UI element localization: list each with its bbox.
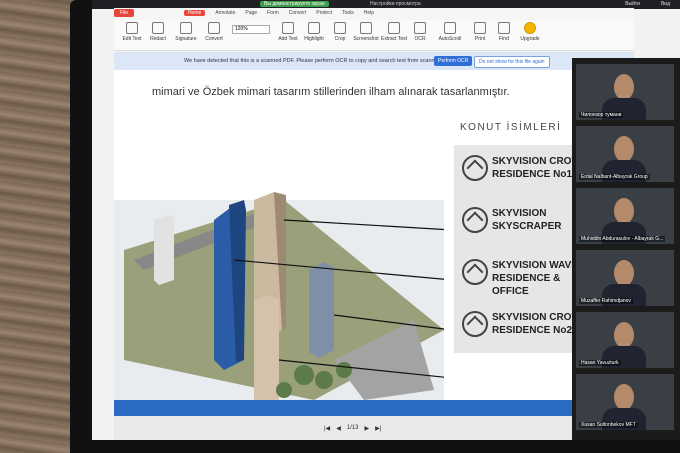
redact-tool[interactable]: Redact xyxy=(144,22,172,42)
ocr-notice: We have detected that this is a scanned … xyxy=(114,52,634,70)
screen: Вы демонстрируете экран Настройки просмо… xyxy=(92,0,680,440)
participant-name: Xusan Sultonbekov MFT xyxy=(579,422,638,428)
file-button[interactable]: File xyxy=(114,9,135,17)
page-navigator: |◀ ◀ 1/13 ▶ ▶| xyxy=(324,425,381,432)
next-page-preview xyxy=(114,400,634,416)
dismiss-ocr-button[interactable]: Do not show for this file again xyxy=(474,56,550,68)
tab-tools[interactable]: Tools xyxy=(342,10,354,16)
page-number-field[interactable]: 1/13 xyxy=(347,425,359,432)
skyvision-logo-icon xyxy=(462,155,488,181)
document-page: mimari ve Özbek mimari tasarım stillerin… xyxy=(114,70,594,400)
participant-tile[interactable]: Erdal Nalbant-Albayrak Group xyxy=(576,126,674,182)
screenshot-tool[interactable]: Screenshot xyxy=(352,22,380,42)
building-rendering xyxy=(114,192,444,400)
participant-name: Erdal Nalbant-Albayrak Group xyxy=(579,174,650,180)
participant-name: Hasan Yavuzturk xyxy=(579,360,621,366)
view-menu[interactable]: Вид xyxy=(661,1,670,7)
ocr-icon xyxy=(414,22,426,34)
document-text-line: mimari ve Özbek mimari tasarım stillerin… xyxy=(152,86,510,98)
tab-home[interactable]: Home xyxy=(184,10,206,16)
upgrade-tool[interactable]: Upgrade xyxy=(516,22,544,42)
participant-name: Muzaffer Rahimdjanov xyxy=(579,298,633,304)
participant-face xyxy=(614,74,634,100)
ocr-tool[interactable]: OCR xyxy=(406,22,434,42)
highlight-icon xyxy=(308,22,320,34)
bottom-bar: |◀ ◀ 1/13 ▶ ▶| xyxy=(114,400,634,440)
last-page-button[interactable]: ▶| xyxy=(375,425,381,432)
convert-icon xyxy=(208,22,220,34)
tab-annotate[interactable]: Annotate xyxy=(215,10,235,16)
residence-subtitle: RESIDENCE No2 xyxy=(492,325,573,336)
add-text-icon xyxy=(282,22,294,34)
extract-text-icon xyxy=(388,22,400,34)
view-settings[interactable]: Настройки просмотра xyxy=(370,1,421,7)
skyvision-logo-icon xyxy=(462,259,488,285)
screen-share-tag[interactable]: Вы демонстрируете экран xyxy=(260,1,329,7)
residence-subtitle: RESIDENCE No1 xyxy=(492,169,573,180)
perform-ocr-button[interactable]: Perform OCR xyxy=(434,56,473,66)
autoscroll-icon xyxy=(444,22,456,34)
participant-tile[interactable]: Muhiddin Abdurasulov - Albayrak G... xyxy=(576,188,674,244)
residence-subtitle: SKYSCRAPER xyxy=(492,221,562,232)
extract-text-tool[interactable]: Extract Text xyxy=(380,22,408,42)
pdf-toolbar: Edit Text Redact Signature Convert 120% … xyxy=(114,20,634,51)
participant-tile[interactable]: Hasan Yavuzturk xyxy=(576,312,674,368)
participant-tile[interactable]: Muzaffer Rahimdjanov xyxy=(576,250,674,306)
participant-name: Muhiddin Abdurasulov - Albayrak G... xyxy=(579,236,666,242)
skyvision-logo-icon xyxy=(462,207,488,233)
highlight-tool[interactable]: Highlight xyxy=(300,22,328,42)
print-icon xyxy=(474,22,486,34)
residence-name: SKYVISION xyxy=(492,208,547,219)
participant-face xyxy=(614,198,634,224)
prev-page-button[interactable]: ◀ xyxy=(336,425,341,432)
find-tool[interactable]: Find xyxy=(490,22,518,42)
crop-tool[interactable]: Crop xyxy=(326,22,354,42)
find-icon xyxy=(498,22,510,34)
zoom-select[interactable]: 120% xyxy=(232,25,270,34)
exit-button[interactable]: Выйти xyxy=(625,1,640,7)
next-page-button[interactable]: ▶ xyxy=(365,425,370,432)
participant-name: Чилонзор тумани xyxy=(579,112,624,118)
tab-convert[interactable]: Convert xyxy=(289,10,307,16)
signature-icon xyxy=(180,22,192,34)
skyvision-logo-icon xyxy=(462,311,488,337)
autoscroll-tool[interactable]: AutoScroll xyxy=(436,22,464,42)
add-text-tool[interactable]: Add Text xyxy=(274,22,302,42)
tab-protect[interactable]: Protect xyxy=(316,10,332,16)
edit-text-tool[interactable]: Edit Text xyxy=(118,22,146,42)
screenshot-icon xyxy=(360,22,372,34)
participant-face xyxy=(614,260,634,286)
first-page-button[interactable]: |◀ xyxy=(324,425,330,432)
upgrade-icon xyxy=(524,22,536,34)
residence-name: SKYVISION WAVE xyxy=(492,260,578,271)
participant-face xyxy=(614,136,634,162)
video-call-panel: Чилонзор тумани Erdal Nalbant-Albayrak G… xyxy=(572,58,680,440)
redact-icon xyxy=(152,22,164,34)
tab-help[interactable]: Help xyxy=(364,10,374,16)
tab-page[interactable]: Page xyxy=(245,10,257,16)
participant-tile[interactable]: Чилонзор тумани xyxy=(576,64,674,120)
tab-form[interactable]: Form xyxy=(267,10,279,16)
participant-tile[interactable]: Xusan Sultonbekov MFT xyxy=(576,374,674,430)
signature-tool[interactable]: Signature xyxy=(172,22,200,42)
participant-face xyxy=(614,322,634,348)
convert-tool[interactable]: Convert xyxy=(200,22,228,42)
edit-text-icon xyxy=(126,22,138,34)
crop-icon xyxy=(334,22,346,34)
ocr-message: We have detected that this is a scanned … xyxy=(184,58,458,64)
menu-tabs: Home Annotate Page Form Convert Protect … xyxy=(184,10,374,16)
participant-face xyxy=(614,384,634,410)
section-title: KONUT İSİMLERİ xyxy=(460,122,562,133)
